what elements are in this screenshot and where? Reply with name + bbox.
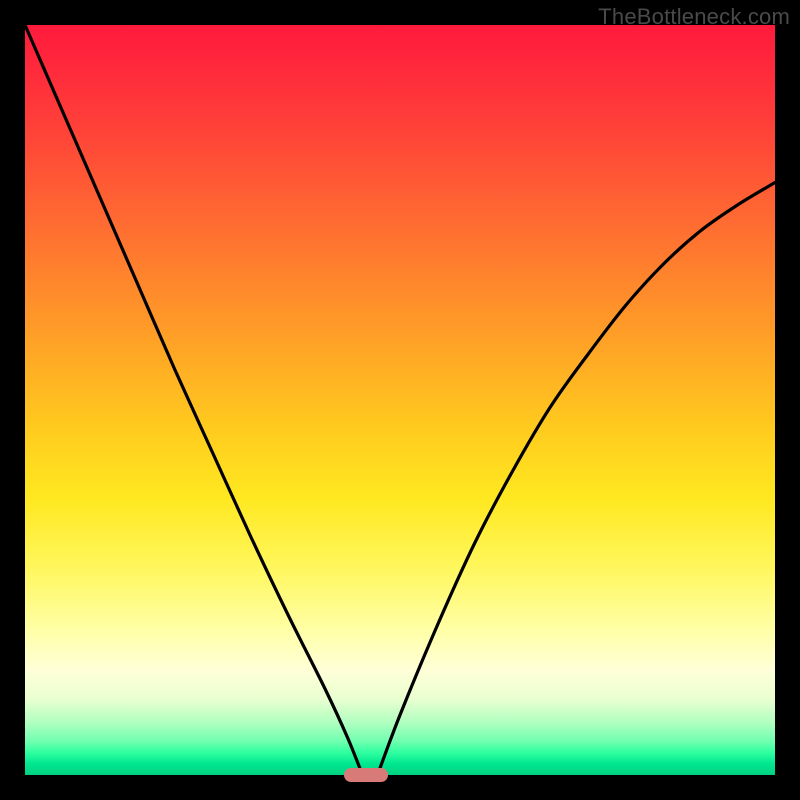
right-curve <box>378 183 776 776</box>
chart-frame: TheBottleneck.com <box>0 0 800 800</box>
cusp-marker <box>344 768 388 782</box>
plot-area <box>25 25 775 775</box>
curves-svg <box>25 25 775 775</box>
left-curve <box>25 25 363 775</box>
